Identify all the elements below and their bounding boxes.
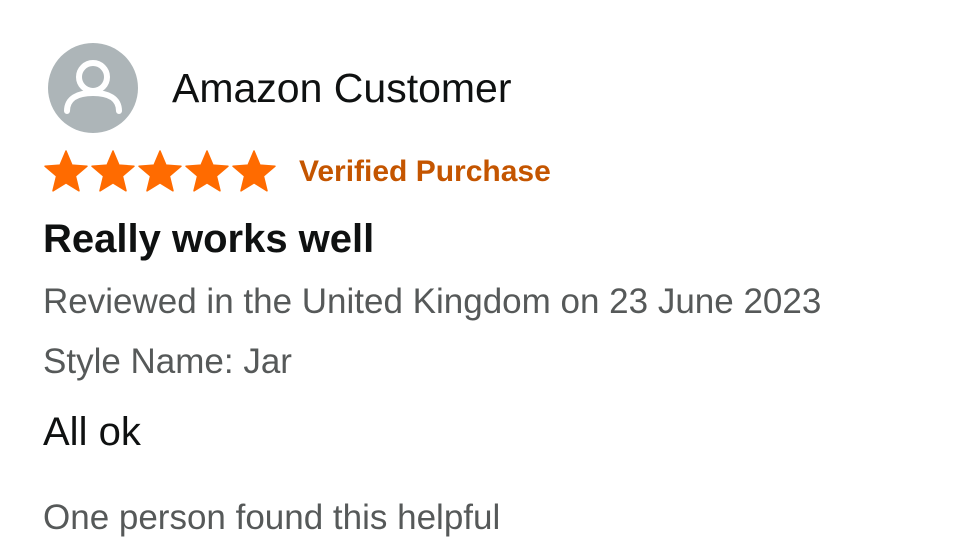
review-title[interactable]: Really works well xyxy=(43,217,374,262)
user-silhouette-icon xyxy=(64,60,122,114)
avatar[interactable] xyxy=(48,43,138,133)
star-icon xyxy=(42,148,90,196)
review-date: Reviewed in the United Kingdom on 23 Jun… xyxy=(43,282,822,321)
rating-row: Verified Purchase xyxy=(42,148,551,196)
review-card: Amazon Customer Verified Purchase Really… xyxy=(0,0,958,555)
star-icon xyxy=(230,148,278,196)
review-body: All ok xyxy=(43,410,141,454)
helpful-count: One person found this helpful xyxy=(43,498,501,537)
reviewer-profile[interactable]: Amazon Customer xyxy=(48,43,512,133)
style-name[interactable]: Style Name: Jar xyxy=(43,342,292,382)
star-icon xyxy=(89,148,137,196)
star-icon xyxy=(136,148,184,196)
reviewer-name[interactable]: Amazon Customer xyxy=(172,65,512,112)
star-icon xyxy=(183,148,231,196)
star-rating[interactable] xyxy=(42,148,277,196)
verified-purchase-badge[interactable]: Verified Purchase xyxy=(299,155,551,189)
